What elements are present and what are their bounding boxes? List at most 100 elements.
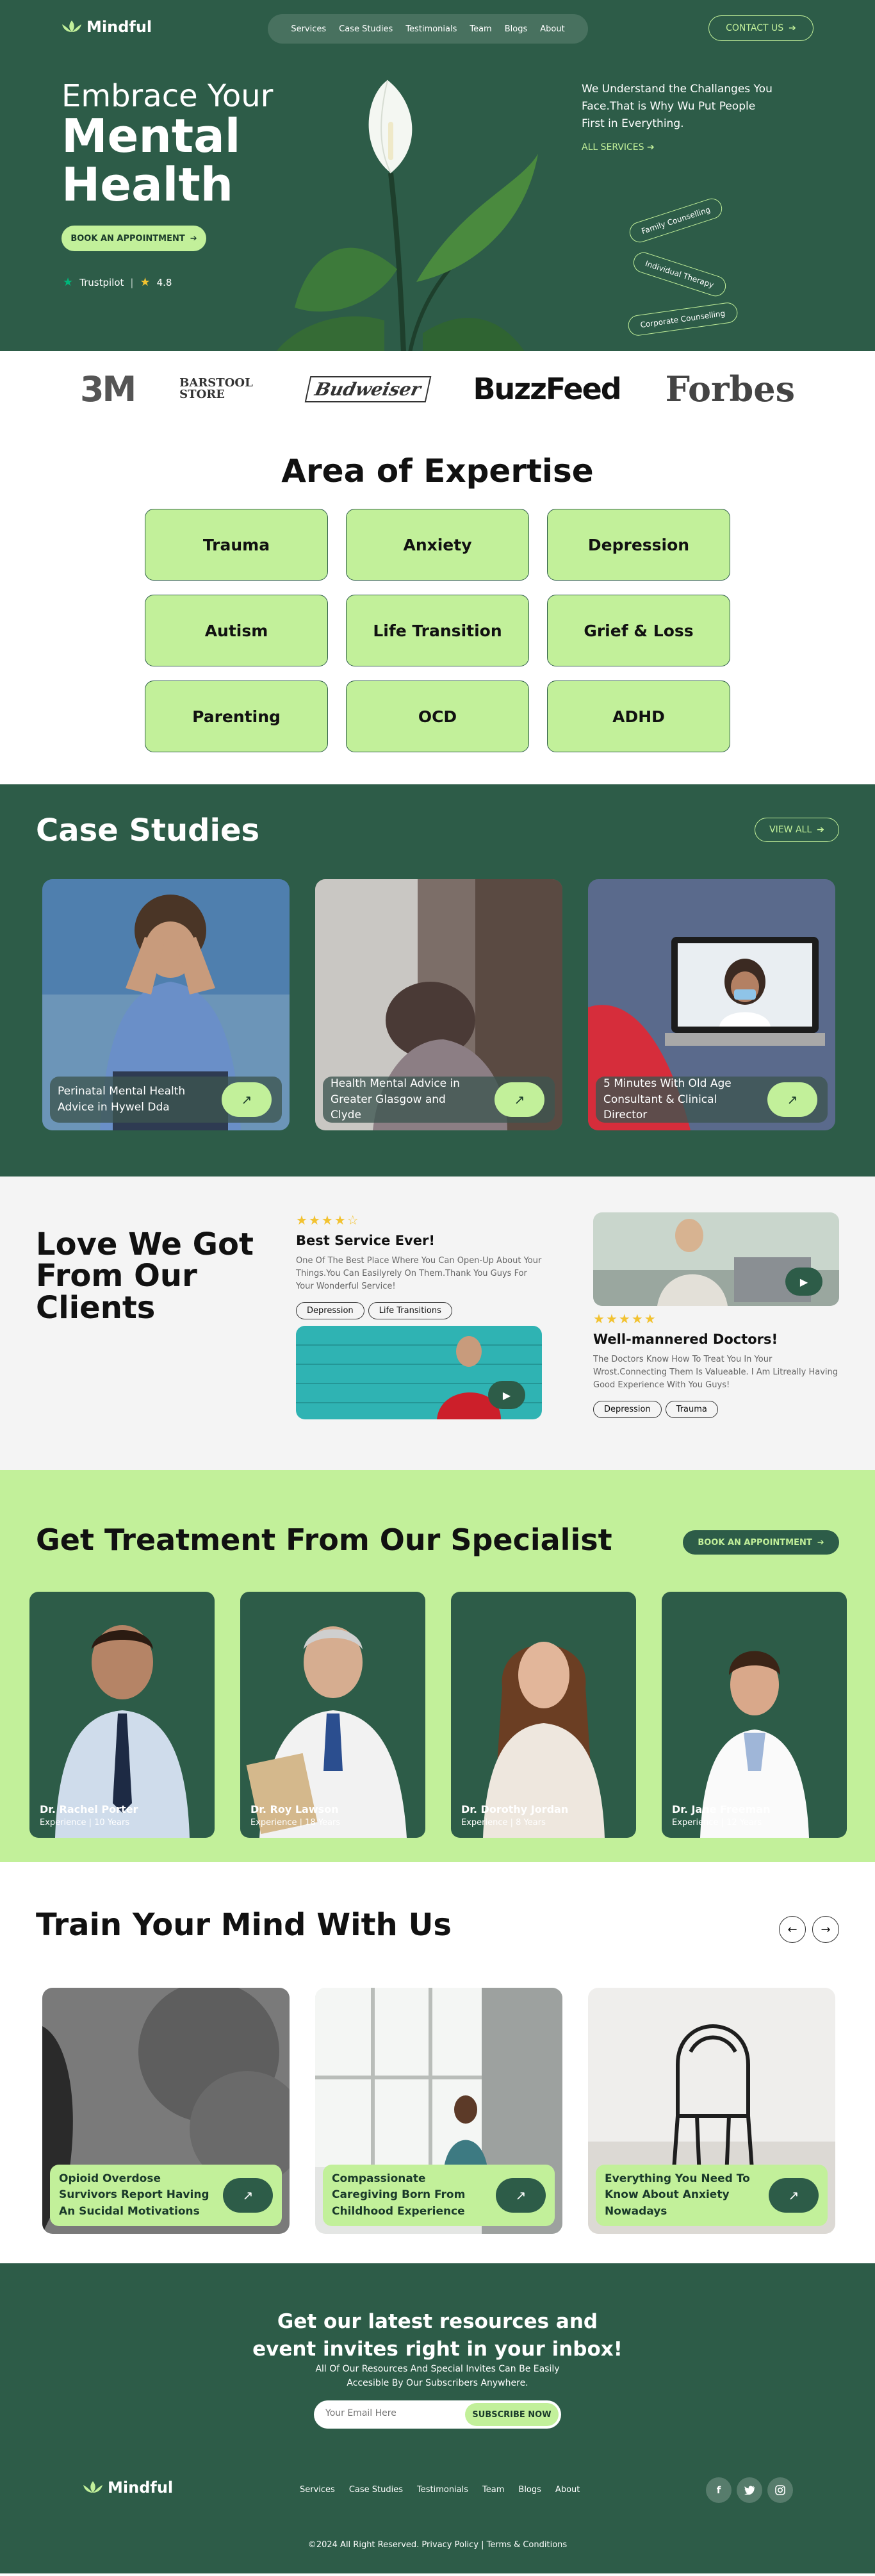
- lotus-icon: [83, 2481, 102, 2493]
- facebook-icon[interactable]: f: [706, 2477, 732, 2503]
- arrow-right-icon: ➔: [789, 23, 796, 33]
- specialist-card[interactable]: Dr. Rachel Porter Experience | 10 Years: [29, 1592, 215, 1838]
- play-icon[interactable]: ▶: [488, 1381, 525, 1410]
- doctor-photo: [246, 1626, 407, 1838]
- footer-logo[interactable]: Mindful: [82, 2479, 173, 2497]
- next-arrow-icon[interactable]: →: [812, 1916, 839, 1943]
- twitter-icon[interactable]: [737, 2477, 762, 2503]
- case-card[interactable]: 5 Minutes With Old Age Consultant & Clin…: [588, 879, 835, 1130]
- newsletter-title-line1: Get our latest resources and: [277, 2310, 598, 2333]
- video-thumbnail[interactable]: ▶: [593, 1212, 839, 1306]
- newsletter-subtitle: All Of Our Resources And Special Invites…: [0, 2362, 875, 2391]
- article-card[interactable]: Everything You Need To Know About Anxiet…: [588, 1988, 835, 2234]
- specialist-card[interactable]: Dr. Dorothy Jordan Experience | 8 Years: [451, 1592, 636, 1838]
- testimonial-2: ▶ ★★★★★ Well-mannered Doctors! The Docto…: [593, 1212, 839, 1419]
- arrow-right-icon: ➔: [817, 1537, 824, 1548]
- nav-case-studies[interactable]: Case Studies: [339, 24, 393, 34]
- footer-link-team[interactable]: Team: [482, 2485, 504, 2495]
- case-card[interactable]: Perinatal Mental Health Advice in Hywel …: [42, 879, 290, 1130]
- article-card[interactable]: Opioid Overdose Survivors Report Having …: [42, 1988, 290, 2234]
- testimonial-1: ★★★★☆ Best Service Ever! One Of The Best…: [296, 1212, 542, 1420]
- footer-link-blogs[interactable]: Blogs: [518, 2485, 541, 2495]
- contact-us-button[interactable]: CONTACT US ➔: [708, 15, 814, 41]
- tag-individual-therapy[interactable]: Individual Therapy: [630, 249, 728, 299]
- footer-link-case-studies[interactable]: Case Studies: [349, 2485, 403, 2495]
- prev-arrow-icon[interactable]: ←: [779, 1916, 806, 1943]
- nav-team[interactable]: Team: [470, 24, 491, 34]
- arrow-up-right-icon[interactable]: ↗: [222, 1082, 272, 1117]
- specialist-name: Dr. Roy Lawson: [250, 1803, 339, 1815]
- footer-link-about[interactable]: About: [555, 2485, 580, 2495]
- footer-link-testimonials[interactable]: Testimonials: [417, 2485, 468, 2495]
- expertise-adhd[interactable]: ADHD: [547, 681, 730, 752]
- nav-blogs[interactable]: Blogs: [505, 24, 528, 34]
- doctor-photo: [55, 1625, 190, 1838]
- arrow-up-right-icon[interactable]: ↗: [767, 1082, 817, 1117]
- tag-family-counselling[interactable]: Family Counselling: [626, 195, 725, 245]
- expertise-grief-loss[interactable]: Grief & Loss: [547, 595, 730, 666]
- case-title: Health Mental Advice in Greater Glasgow …: [331, 1077, 460, 1122]
- article-caption: Opioid Overdose Survivors Report Having …: [50, 2164, 282, 2226]
- expertise-parenting[interactable]: Parenting: [145, 681, 328, 752]
- expertise-autism[interactable]: Autism: [145, 595, 328, 666]
- footer-link-services[interactable]: Services: [300, 2485, 335, 2495]
- logo-barstool: BARSTOOL STORE: [179, 376, 253, 401]
- tag-corporate-counselling[interactable]: Corporate Counselling: [626, 301, 739, 337]
- specialists-title: Get Treatment From Our Specialist: [36, 1523, 612, 1557]
- star-icon: ★: [308, 1212, 322, 1228]
- testimonials-section: Love We Got From Our Clients ★★★★☆ Best …: [0, 1177, 875, 1470]
- brand-logos: 3M BARSTOOL STORE Budweiser BuzzFeed For…: [0, 351, 875, 427]
- book-appointment-button[interactable]: BOOK AN APPOINTMENT ➔: [61, 226, 206, 251]
- star-icon: ★: [334, 1212, 347, 1228]
- expertise-depression[interactable]: Depression: [547, 509, 730, 581]
- logo-3m: 3M: [79, 368, 136, 409]
- article-caption: Everything You Need To Know About Anxiet…: [596, 2164, 828, 2226]
- arrow-up-right-icon[interactable]: ↗: [769, 2177, 819, 2213]
- newsletter-title: Get our latest resources and event invit…: [0, 2308, 875, 2363]
- arrow-up-right-icon[interactable]: ↗: [496, 2177, 546, 2213]
- logo-text: Mindful: [86, 18, 152, 36]
- case-studies-title: Case Studies: [36, 813, 260, 848]
- subscribe-button[interactable]: SUBSCRIBE NOW: [465, 2403, 559, 2426]
- play-icon[interactable]: ▶: [785, 1267, 822, 1296]
- specialist-info: Dr. Roy Lawson Experience | 18 Years: [250, 1803, 340, 1828]
- email-field[interactable]: [325, 2408, 454, 2418]
- arrow-up-right-icon[interactable]: ↗: [223, 2177, 273, 2213]
- instagram-icon[interactable]: [767, 2477, 793, 2503]
- star-icon: ★: [605, 1311, 619, 1326]
- tag-chip[interactable]: Depression: [593, 1401, 662, 1419]
- site-logo[interactable]: Mindful: [61, 18, 152, 36]
- expertise-anxiety[interactable]: Anxiety: [346, 509, 529, 581]
- article-card[interactable]: Compassionate Caregiving Born From Child…: [315, 1988, 562, 2234]
- nav-about[interactable]: About: [540, 24, 564, 34]
- train-mind-section: Train Your Mind With Us ← → Opioid Overd…: [0, 1862, 875, 2263]
- arrow-right-icon: ➔: [817, 825, 824, 835]
- case-card[interactable]: Health Mental Advice in Greater Glasgow …: [315, 879, 562, 1130]
- video-thumbnail[interactable]: ▶: [296, 1326, 542, 1420]
- tag-chip[interactable]: Trauma: [665, 1401, 718, 1419]
- nav-services[interactable]: Services: [291, 24, 326, 34]
- nav-testimonials[interactable]: Testimonials: [405, 24, 457, 34]
- rating-star-icon: ★: [140, 276, 151, 289]
- tag-chip[interactable]: Depression: [296, 1302, 364, 1320]
- view-all-button[interactable]: VIEW ALL ➔: [755, 818, 839, 842]
- all-services-link[interactable]: ALL SERVICES ➔: [582, 142, 655, 153]
- testimonial-title: Well-mannered Doctors!: [593, 1332, 778, 1347]
- book-appointment-button[interactable]: BOOK AN APPOINTMENT ➔: [683, 1530, 839, 1555]
- specialist-card[interactable]: Dr. Jane Freeman Experience | 12 Years: [662, 1592, 847, 1838]
- arrow-up-right-icon[interactable]: ↗: [495, 1082, 544, 1117]
- star-icon: ★: [593, 1311, 606, 1326]
- expertise-ocd[interactable]: OCD: [346, 681, 529, 752]
- specialist-info: Dr. Rachel Porter Experience | 10 Years: [40, 1803, 138, 1828]
- star-icon: ★: [631, 1311, 644, 1326]
- newsletter-form: SUBSCRIBE NOW: [314, 2400, 561, 2429]
- specialist-card[interactable]: Dr. Roy Lawson Experience | 18 Years: [240, 1592, 425, 1838]
- star-icon: ★: [644, 1311, 657, 1326]
- tag-chip[interactable]: Life Transitions: [368, 1302, 452, 1320]
- footer-logo-text: Mindful: [108, 2479, 174, 2497]
- footer-section: Get our latest resources and event invit…: [0, 2263, 875, 2573]
- expertise-life-transition[interactable]: Life Transition: [346, 595, 529, 666]
- specialist-cards: Dr. Rachel Porter Experience | 10 Years D…: [29, 1592, 847, 1838]
- article-title: Opioid Overdose Survivors Report Having …: [59, 2172, 209, 2218]
- expertise-trauma[interactable]: Trauma: [145, 509, 328, 581]
